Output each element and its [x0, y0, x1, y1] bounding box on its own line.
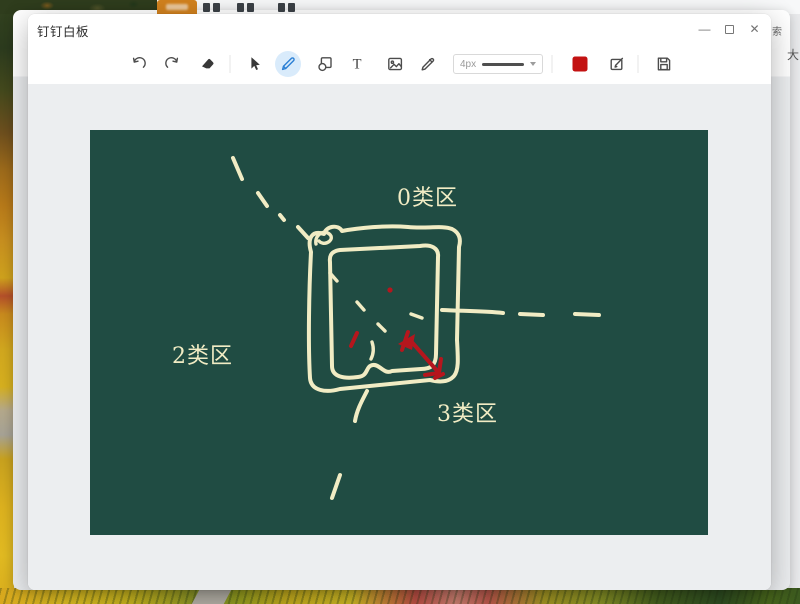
- undo-icon: [130, 55, 148, 73]
- redo-button[interactable]: [159, 51, 185, 77]
- edit-note-button[interactable]: [604, 51, 630, 77]
- whiteboard-drawing-surface[interactable]: 0类区 2类区 3类区: [90, 130, 708, 535]
- maximize-icon: [725, 25, 734, 34]
- stroke-size-dropdown[interactable]: 4px: [453, 54, 543, 74]
- color-swatch[interactable]: [573, 57, 588, 72]
- ink-dash: [378, 324, 385, 331]
- background-text-fragment: 大: [787, 46, 800, 63]
- window-title: 钉钉白板: [37, 21, 89, 40]
- drawing-layer: 0类区 2类区 3类区: [90, 130, 708, 535]
- ink-dash: [298, 227, 308, 238]
- text-icon: T: [348, 55, 366, 73]
- red-dot: [387, 287, 392, 292]
- tab-text-smudge: [166, 4, 188, 10]
- marker-tool-button[interactable]: [415, 51, 441, 77]
- ink-inner-square: [330, 245, 438, 377]
- image-icon: [386, 55, 404, 73]
- canvas-area: 0类区 2类区 3类区: [28, 84, 771, 590]
- board-label-area3: 3类区: [437, 402, 498, 427]
- ink-dash: [575, 314, 599, 315]
- save-icon: [655, 55, 673, 73]
- ink-curve-below: [355, 391, 367, 421]
- pen-icon: [279, 55, 297, 73]
- ink-dash: [233, 158, 242, 179]
- ink-dash: [411, 314, 422, 318]
- image-tool-button[interactable]: [382, 51, 408, 77]
- red-tick: [351, 333, 357, 346]
- background-orange-tab[interactable]: [157, 0, 197, 14]
- minimize-button[interactable]: —: [692, 14, 717, 44]
- save-button[interactable]: [651, 51, 677, 77]
- marker-icon: [419, 55, 437, 73]
- select-tool-button[interactable]: [242, 51, 268, 77]
- red-arrow-barb: [439, 359, 441, 373]
- background-tab-fragment[interactable]: [278, 3, 295, 12]
- undo-button[interactable]: [126, 51, 152, 77]
- edit-note-icon: [608, 55, 626, 73]
- shapes-icon: [316, 55, 334, 73]
- ink-dash: [280, 215, 284, 220]
- board-label-area0: 0类区: [397, 186, 458, 211]
- wallpaper-left-strip: [0, 0, 14, 604]
- ink-dash: [520, 314, 543, 315]
- cursor-icon: [246, 55, 264, 73]
- ink-dash: [258, 193, 267, 206]
- ink-line-right: [442, 310, 503, 313]
- window-controls: — ✕: [692, 14, 767, 44]
- shape-tool-button[interactable]: [312, 51, 338, 77]
- stroke-size-label: 4px: [460, 59, 476, 70]
- stroke-preview-line: [482, 63, 524, 66]
- background-text-fragment: 索: [772, 23, 798, 38]
- pen-tool-button[interactable]: [275, 51, 301, 77]
- eraser-button[interactable]: [195, 51, 221, 77]
- red-arrow-barb: [425, 373, 439, 375]
- background-tab-fragment[interactable]: [203, 3, 220, 12]
- toolbar-divider: [230, 55, 231, 73]
- eraser-icon: [199, 55, 217, 73]
- ink-dash: [357, 302, 364, 310]
- svg-text:T: T: [353, 57, 362, 73]
- ink-dash: [371, 342, 373, 359]
- ink-dash: [332, 475, 340, 498]
- toolbar: T 4px: [28, 44, 771, 84]
- text-tool-button[interactable]: T: [344, 51, 370, 77]
- background-tab-fragment[interactable]: [237, 3, 254, 12]
- wallpaper-bottom-strip: [0, 588, 800, 604]
- titlebar: 钉钉白板 — ✕: [28, 14, 771, 44]
- board-label-area2: 2类区: [172, 344, 233, 369]
- toolbar-divider: [552, 55, 553, 73]
- toolbar-divider: [638, 55, 639, 73]
- whiteboard-window: 钉钉白板 — ✕: [28, 14, 771, 590]
- close-button[interactable]: ✕: [742, 14, 767, 44]
- maximize-button[interactable]: [717, 14, 742, 44]
- redo-icon: [163, 55, 181, 73]
- chevron-down-icon: [530, 62, 536, 66]
